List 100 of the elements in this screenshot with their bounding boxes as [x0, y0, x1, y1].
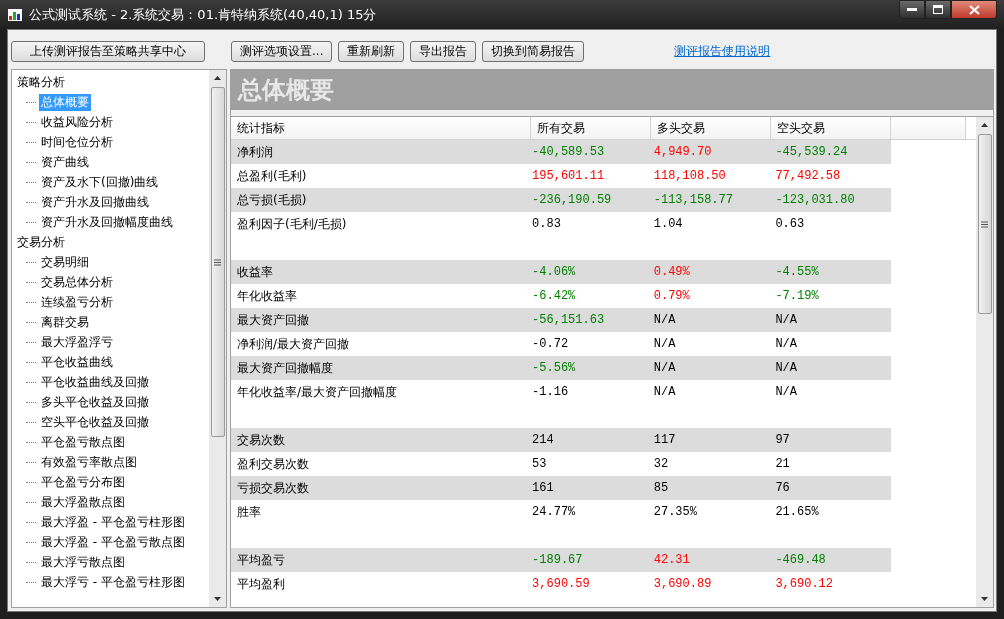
tree-item[interactable]: 资产及水下(回撤)曲线 [39, 173, 161, 191]
table-cell-text: 平均盈利 [236, 576, 286, 593]
tree-item[interactable]: 平仓收益曲线 [39, 353, 115, 371]
table-cell-text: -113,158.77 [652, 192, 734, 209]
tree-item[interactable]: 资产升水及回撤幅度曲线 [39, 213, 175, 231]
toolbar-button[interactable]: 测评选项设置... [231, 40, 333, 62]
table-cell-text: 27.35% [652, 504, 698, 521]
table-cell-text: N/A [652, 360, 677, 377]
table-cell-text: -1.16 [531, 384, 570, 401]
table-cell-text: -5.56% [531, 360, 577, 377]
table-cell-text: 盈利交易次数 [236, 456, 310, 473]
vertical-scrollbar[interactable] [976, 117, 993, 607]
table-cell-text: 21 [774, 456, 791, 473]
toolbar-button[interactable]: 上传测评报告至策略共享中心 [11, 40, 205, 62]
app-icon [7, 6, 23, 23]
table-cell-text: -469.48 [774, 552, 827, 569]
maximize-button[interactable] [925, 0, 951, 19]
table-cell-text: 24.77% [531, 504, 577, 521]
tree-item[interactable]: 离群交易 [39, 313, 91, 331]
table-cell-text: N/A [774, 336, 798, 353]
table-cell-text: 195,601.11 [531, 168, 606, 185]
tree-item[interactable]: 最大浮盈散点图 [39, 493, 127, 511]
table-cell-text: 85 [652, 480, 670, 497]
table-cell-text: 最大资产回撤幅度 [236, 360, 334, 377]
table-cell-text: 214 [531, 432, 555, 449]
table-cell-text: 收益率 [236, 264, 274, 281]
table-cell-text: -4.06% [531, 264, 577, 281]
table-cell-text: 交易次数 [236, 432, 286, 449]
tree-item[interactable]: 连续盈亏分析 [39, 293, 115, 311]
help-link[interactable]: 测评报告使用说明 [674, 42, 771, 60]
table-cell-text: -189.67 [531, 552, 584, 569]
minimize-icon [907, 7, 917, 12]
table-cell-text: 0.49% [652, 264, 691, 281]
tree-item[interactable]: 最大浮盈 - 平仓盈亏柱形图 [39, 513, 187, 531]
tree-item[interactable]: 最大浮亏散点图 [39, 553, 127, 571]
tree-item[interactable]: 平仓盈亏分布图 [39, 473, 127, 491]
scroll-thumb[interactable] [977, 134, 992, 314]
tree-item[interactable]: 交易分析 [16, 232, 209, 252]
table-cell-text: 3,690.12 [774, 576, 834, 593]
tree-item[interactable]: 平仓盈亏散点图 [39, 433, 127, 451]
tree-item[interactable]: 最大浮盈 - 平仓盈亏散点图 [39, 533, 187, 551]
toolbar-button[interactable]: 导出报告 [410, 40, 477, 62]
table-cell-text: 年化收益率 [236, 288, 298, 305]
table-cell-text: -0.72 [531, 336, 570, 353]
minimize-button[interactable] [899, 0, 925, 19]
vertical-scrollbar[interactable] [209, 70, 226, 607]
table-cell-text: 117 [652, 432, 677, 449]
table-cell-text: 1.04 [652, 216, 684, 233]
tree-item[interactable]: 时间仓位分析 [39, 133, 115, 151]
table-cell-text: 77,492.58 [774, 168, 842, 185]
table-cell-text: -40,589.53 [531, 144, 606, 161]
table-cell-text: 21.65% [774, 504, 820, 521]
table-cell-text: 4,949.70 [652, 144, 713, 161]
close-button[interactable] [951, 0, 997, 19]
tree-item[interactable]: 策略分析 [16, 72, 209, 92]
toolbar-button[interactable]: 切换到简易报告 [482, 40, 585, 62]
table-cell-text: N/A [774, 384, 798, 401]
tree-item[interactable]: 平仓收益曲线及回撤 [39, 373, 151, 391]
column-header[interactable]: 多头交易 [651, 117, 771, 139]
table-cell-text: 亏损交易次数 [236, 480, 310, 497]
table-cell-text: 胜率 [236, 504, 262, 521]
toolbar-button[interactable]: 重新刷新 [338, 40, 405, 62]
tree-item[interactable]: 资产升水及回撤曲线 [39, 193, 151, 211]
tree-item[interactable]: 多头平仓收益及回撤 [39, 393, 151, 411]
column-header[interactable]: 统计指标 [231, 117, 531, 139]
tree-item[interactable]: 有效盈亏率散点图 [39, 453, 139, 471]
tree-item[interactable]: 最大浮盈浮亏 [39, 333, 115, 351]
table-cell-text: 平均盈亏 [236, 552, 286, 569]
table-cell-text: 3,690.89 [652, 576, 713, 593]
table-cell-text: 97 [774, 432, 791, 449]
tree-item[interactable]: 交易明细 [39, 253, 91, 271]
table-cell-text: 3,690.59 [531, 576, 591, 593]
scroll-thumb[interactable] [210, 87, 225, 437]
tree-item[interactable]: 空头平仓收益及回撤 [39, 413, 151, 431]
column-header[interactable]: 所有交易 [531, 117, 651, 139]
table-cell-text: -4.55% [774, 264, 820, 281]
table-cell-text: N/A [774, 312, 798, 329]
table-cell-text: 76 [774, 480, 791, 497]
table-cell-text: 总亏损(毛损) [236, 192, 308, 209]
window-title: 公式测试系统 - 2.系统交易：01.肯特纳系统(40,40,1) 15分 [29, 5, 378, 24]
table-cell-text: -6.42% [531, 288, 577, 305]
tree-item[interactable]: 收益风险分析 [39, 113, 115, 131]
table-cell-text: 32 [652, 456, 670, 473]
table-cell-text: -7.19% [774, 288, 820, 305]
table-cell-text: 42.31 [652, 552, 691, 569]
table-cell-text: 118,108.50 [652, 168, 727, 185]
table-cell-text: 53 [531, 456, 548, 473]
tree-item[interactable]: 资产曲线 [39, 153, 91, 171]
table-cell-text: 161 [531, 480, 555, 497]
table-cell-text: 0.79% [652, 288, 691, 305]
table-cell-text: -56,151.63 [531, 312, 606, 329]
table-cell-text: 0.83 [531, 216, 562, 233]
table-cell-text: N/A [774, 360, 798, 377]
table-cell-text: 盈利因子(毛利/毛损) [236, 216, 348, 233]
table-cell-text: 最大资产回撤 [236, 312, 310, 329]
tree-item[interactable]: 最大浮亏 - 平仓盈亏柱形图 [39, 573, 187, 591]
close-icon [968, 4, 980, 15]
tree-item[interactable]: 交易总体分析 [39, 273, 115, 291]
column-header[interactable]: 空头交易 [771, 117, 891, 139]
table-cell-text: 年化收益率/最大资产回撤幅度 [236, 384, 399, 401]
